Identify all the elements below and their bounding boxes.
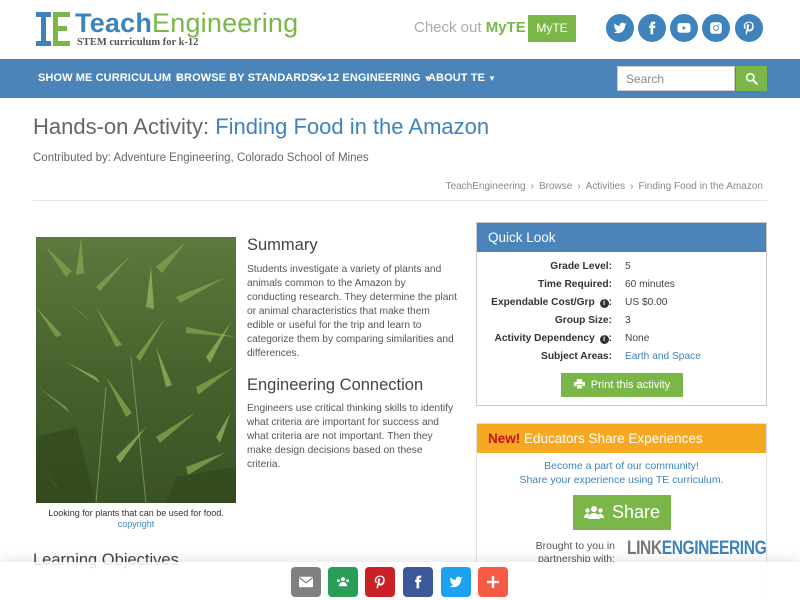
contributed-by: Contributed by: Adventure Engineering, C…	[33, 152, 369, 164]
floating-share-bar	[0, 562, 800, 600]
subject-areas-link[interactable]: Earth and Space	[625, 351, 701, 362]
expendable-cost-label: Expendable Cost/Grp i:	[491, 297, 612, 308]
myte-button[interactable]: MyTE	[528, 15, 576, 42]
info-icon[interactable]: i	[599, 335, 609, 344]
breadcrumb-browse[interactable]: Browse	[539, 181, 572, 192]
myte-promo-text: Check out MyTE	[414, 19, 526, 36]
summary-text: Students investigate a variety of plants…	[247, 264, 457, 359]
quick-look-row: Group Size: 3	[477, 315, 766, 333]
teachengineering-logo[interactable]: TeachEngineering STEM curriculum for k-1…	[36, 8, 299, 50]
google-classroom-icon	[337, 577, 349, 587]
quick-look-panel: Quick Look Grade Level: 5 Time Required:…	[476, 222, 767, 406]
pinterest-share-button[interactable]	[365, 567, 395, 597]
group-size-value: 3	[625, 315, 631, 326]
quick-look-row: Grade Level: 5	[477, 261, 766, 279]
engineering-connection-heading: Engineering Connection	[247, 376, 424, 394]
nav-browse-by-standards[interactable]: BROWSE BY STANDARDS ▼	[176, 59, 328, 98]
more-icon	[487, 576, 499, 588]
facebook-icon	[415, 575, 422, 589]
print-activity-button[interactable]: Print this activity	[561, 373, 683, 397]
subject-areas-label: Subject Areas:	[541, 351, 612, 362]
quick-look-row: Expendable Cost/Grp i: US $0.00	[477, 297, 766, 315]
share-experience-text: Share your experience using TE curriculu…	[519, 474, 724, 486]
breadcrumb-activities[interactable]: Activities	[586, 181, 625, 192]
breadcrumb-current: Finding Food in the Amazon	[638, 181, 763, 192]
print-icon	[573, 379, 585, 390]
engineering-connection-text: Engineers use critical thinking skills t…	[247, 403, 454, 470]
email-icon	[299, 576, 313, 588]
google-classroom-share-button[interactable]	[328, 567, 358, 597]
quick-look-row: Activity Dependency i: None	[477, 333, 766, 351]
logo-wordmark: TeachEngineering	[75, 8, 299, 38]
breadcrumb-home[interactable]: TeachEngineering	[446, 181, 526, 192]
share-button[interactable]: Share	[573, 495, 671, 530]
grade-level-label: Grade Level:	[550, 261, 612, 272]
youtube-icon[interactable]	[670, 14, 698, 42]
linkengineering-logo[interactable]: LINKENGINEERING	[627, 538, 767, 560]
nav-show-me-curriculum[interactable]: SHOW ME CURRICULUM ▼	[38, 59, 182, 98]
quick-look-row: Subject Areas: Earth and Space	[477, 351, 766, 369]
photo-caption: Looking for plants that can be used for …	[48, 508, 224, 518]
educators-share-heading: New! Educators Share Experiences	[477, 424, 766, 453]
grade-level-value: 5	[625, 261, 631, 272]
divider	[33, 200, 767, 201]
chevron-down-icon: ▼	[488, 74, 497, 83]
time-required-value: 60 minutes	[625, 279, 675, 290]
quick-look-heading: Quick Look	[477, 223, 766, 252]
facebook-share-button[interactable]	[403, 567, 433, 597]
twitter-share-button[interactable]	[441, 567, 471, 597]
copyright-link[interactable]: copyright	[36, 519, 236, 529]
nav-about-te[interactable]: ABOUT TE ▼	[428, 59, 496, 98]
breadcrumb-separator: ›	[630, 181, 634, 192]
page-title: Hands-on Activity: Finding Food in the A…	[33, 114, 490, 139]
email-share-button[interactable]	[291, 567, 321, 597]
twitter-icon[interactable]	[606, 14, 634, 42]
search-button[interactable]	[736, 66, 767, 91]
expendable-cost-value: US $0.00	[625, 297, 668, 308]
users-icon	[583, 505, 604, 519]
activity-dependency-label: Activity Dependency i:	[494, 333, 612, 344]
breadcrumb-separator: ›	[530, 181, 534, 192]
summary-heading: Summary	[247, 236, 318, 254]
breadcrumb: TeachEngineering › Browse › Activities › Findi…	[446, 181, 763, 192]
search-icon	[745, 72, 758, 85]
breadcrumb-separator: ›	[577, 181, 581, 192]
logo-tagline: STEM curriculum for k-12	[77, 37, 199, 48]
search-input[interactable]	[617, 66, 735, 91]
info-icon[interactable]: i	[599, 299, 609, 308]
quick-look-row: Time Required: 60 minutes	[477, 279, 766, 297]
facebook-icon[interactable]	[638, 14, 666, 42]
activity-photo	[36, 237, 236, 503]
activity-dependency-value: None	[625, 333, 650, 344]
time-required-label: Time Required:	[538, 279, 612, 290]
site-header: TeachEngineering STEM curriculum for k-1…	[0, 0, 800, 58]
pinterest-icon	[374, 575, 385, 589]
twitter-icon	[449, 576, 463, 588]
pinterest-icon[interactable]	[735, 14, 763, 42]
group-size-label: Group Size:	[554, 315, 612, 326]
instagram-icon[interactable]	[702, 14, 730, 42]
more-share-button[interactable]	[478, 567, 508, 597]
nav-k12-engineering[interactable]: K-12 ENGINEERING ▼	[315, 59, 432, 98]
te-logo-icon	[36, 12, 70, 46]
community-invite-text: Become a part of our community!	[544, 460, 699, 472]
